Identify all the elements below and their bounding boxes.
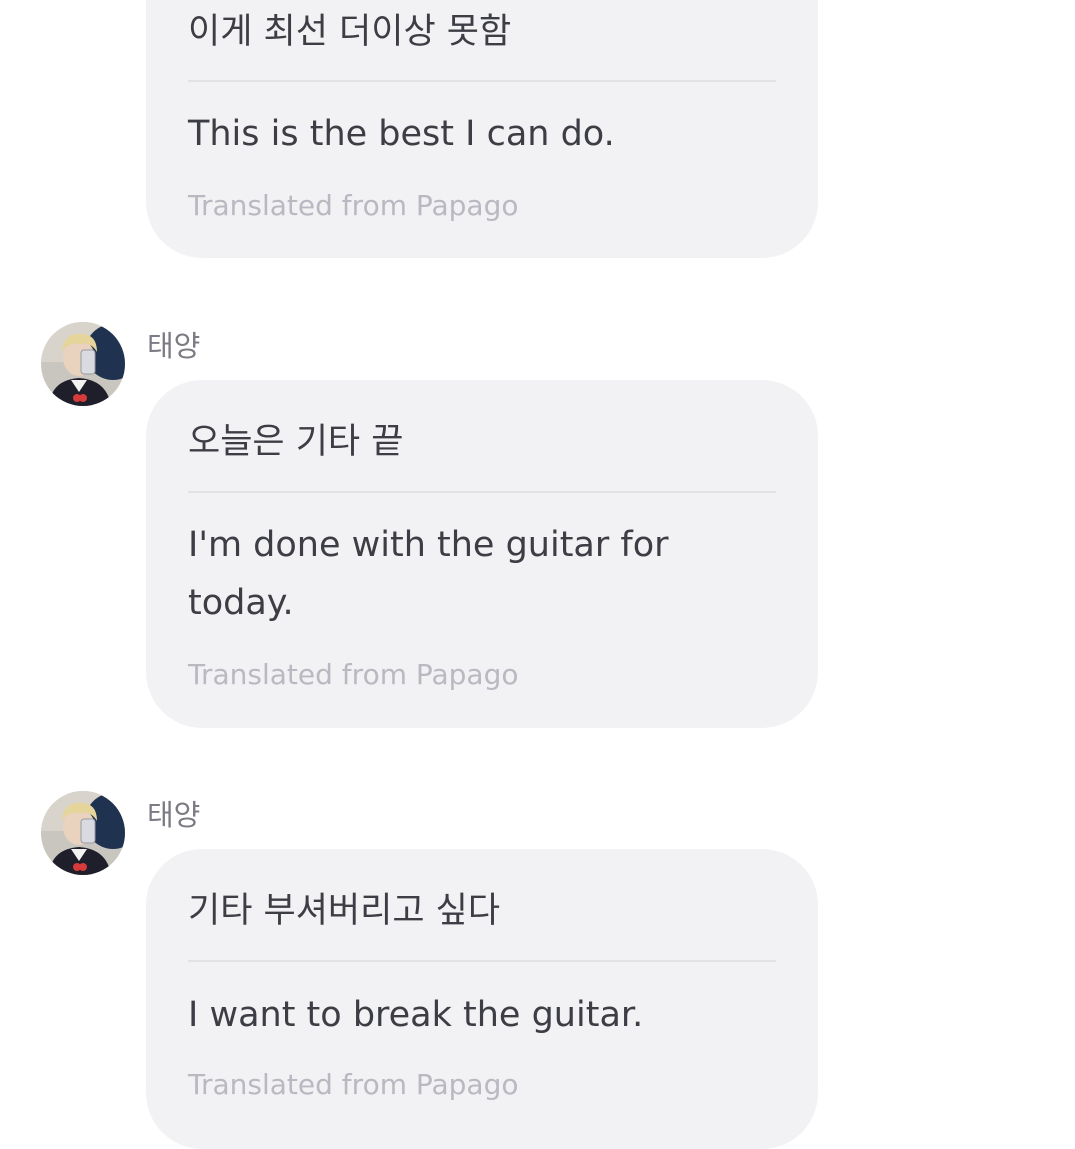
message-bubble[interactable]: 이게 최선 더이상 못함 This is the best I can do. … — [146, 0, 818, 258]
translation-credit: Translated from Papago — [188, 1068, 519, 1101]
message-bubble[interactable]: 오늘은 기타 끝 I'm done with the guitar for to… — [146, 380, 818, 728]
translated-text: I want to break the guitar. — [188, 995, 644, 1035]
translation-divider — [188, 80, 776, 82]
translation-divider — [188, 491, 776, 493]
chat-thread: 이게 최선 더이상 못함 This is the best I can do. … — [0, 0, 1075, 1149]
translation-credit: Translated from Papago — [188, 658, 519, 691]
original-text: 기타 부셔버리고 싶다 — [188, 891, 501, 931]
message-bubble[interactable]: 기타 부셔버리고 싶다 I want to break the guitar. … — [146, 849, 818, 1149]
translation-credit: Translated from Papago — [188, 189, 519, 222]
avatar-icon[interactable] — [41, 322, 125, 406]
original-text: 이게 최선 더이상 못함 — [188, 12, 512, 52]
avatar-icon[interactable] — [41, 791, 125, 875]
translated-text: I'm done with the guitar for today. — [188, 525, 669, 623]
translated-text: This is the best I can do. — [188, 114, 615, 154]
sender-name: 태양 — [147, 329, 201, 363]
translation-divider — [188, 960, 776, 962]
sender-name: 태양 — [147, 798, 201, 832]
original-text: 오늘은 기타 끝 — [188, 422, 404, 462]
